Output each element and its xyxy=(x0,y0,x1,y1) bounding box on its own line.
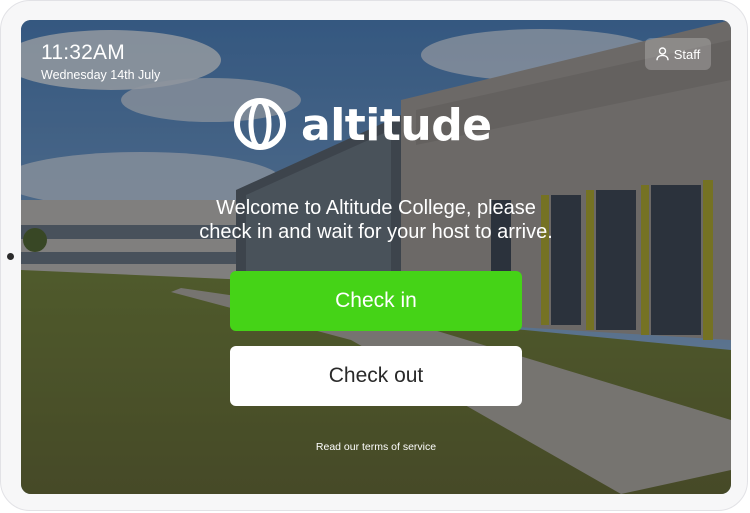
welcome-message: Welcome to Altitude College, please chec… xyxy=(21,196,731,244)
clock-time: 11:32AM xyxy=(41,41,125,64)
kiosk-screen: 11:32AM Wednesday 14th July Staff altitu… xyxy=(21,20,731,494)
terms-of-service-link[interactable]: Read our terms of service xyxy=(21,441,731,453)
dark-overlay xyxy=(21,20,731,494)
welcome-line-2: check in and wait for your host to arriv… xyxy=(199,221,553,243)
person-icon xyxy=(656,47,669,61)
altitude-logo: altitude xyxy=(233,97,492,156)
camera-dot xyxy=(7,253,14,260)
check-out-button[interactable]: Check out xyxy=(230,346,522,406)
welcome-line-1: Welcome to Altitude College, please xyxy=(216,197,536,219)
tablet-frame: 11:32AM Wednesday 14th July Staff altitu… xyxy=(0,0,748,511)
check-in-button[interactable]: Check in xyxy=(230,271,522,331)
staff-button-label: Staff xyxy=(673,46,701,62)
staff-button[interactable]: Staff xyxy=(645,38,711,70)
logo-wordmark: altitude xyxy=(301,100,492,151)
globe-icon xyxy=(233,97,287,156)
clock: 11:32AM Wednesday 14th July xyxy=(41,40,160,83)
clock-date: Wednesday 14th July xyxy=(41,68,161,82)
